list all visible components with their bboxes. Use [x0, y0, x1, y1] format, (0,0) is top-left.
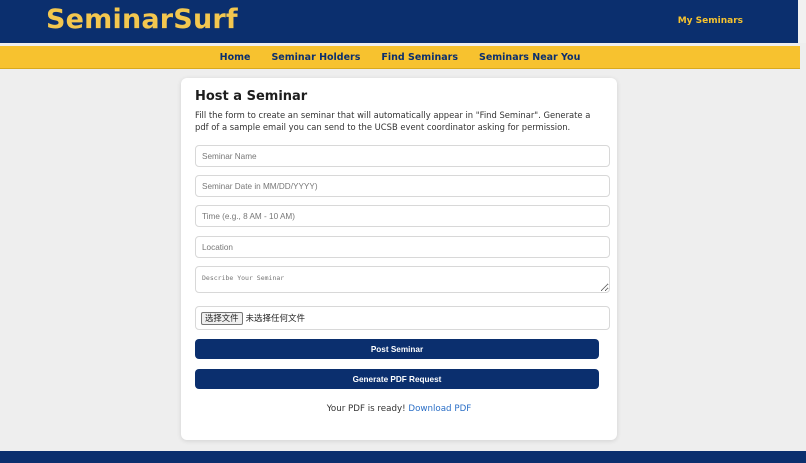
- page-title: Host a Seminar: [195, 89, 308, 104]
- footer-bar: [0, 451, 806, 463]
- time-input[interactable]: [195, 205, 610, 227]
- nav-seminar-holders[interactable]: Seminar Holders: [271, 52, 360, 63]
- file-upload-field: 选择文件 未选择任何文件: [195, 306, 610, 330]
- choose-file-button[interactable]: 选择文件: [201, 311, 243, 325]
- location-input[interactable]: [195, 236, 610, 258]
- nav-find-seminars[interactable]: Find Seminars: [381, 52, 458, 63]
- nav-links: Home Seminar Holders Find Seminars Semin…: [0, 46, 800, 68]
- site-logo[interactable]: SeminarSurf: [46, 4, 238, 35]
- pdf-ready-text: Your PDF is ready!: [326, 404, 409, 414]
- generate-pdf-button[interactable]: Generate PDF Request: [195, 369, 599, 389]
- nav-seminars-near-you[interactable]: Seminars Near You: [479, 52, 580, 63]
- download-pdf-link[interactable]: Download PDF: [408, 404, 471, 414]
- host-seminar-card: Host a Seminar Fill the form to create a…: [181, 78, 617, 440]
- seminar-date-input[interactable]: [195, 175, 610, 197]
- my-seminars-link[interactable]: My Seminars: [678, 16, 743, 26]
- nav-home[interactable]: Home: [220, 52, 251, 63]
- file-status-text: 未选择任何文件: [245, 313, 306, 323]
- main-nav: Home Seminar Holders Find Seminars Semin…: [0, 46, 800, 69]
- seminar-name-input[interactable]: [195, 145, 610, 167]
- form-description: Fill the form to create an seminar that …: [195, 110, 591, 132]
- pdf-status: Your PDF is ready! Download PDF: [181, 404, 617, 414]
- post-seminar-button[interactable]: Post Seminar: [195, 339, 599, 359]
- seminar-description-textarea[interactable]: [195, 266, 610, 293]
- top-header: SeminarSurf My Seminars: [0, 0, 806, 43]
